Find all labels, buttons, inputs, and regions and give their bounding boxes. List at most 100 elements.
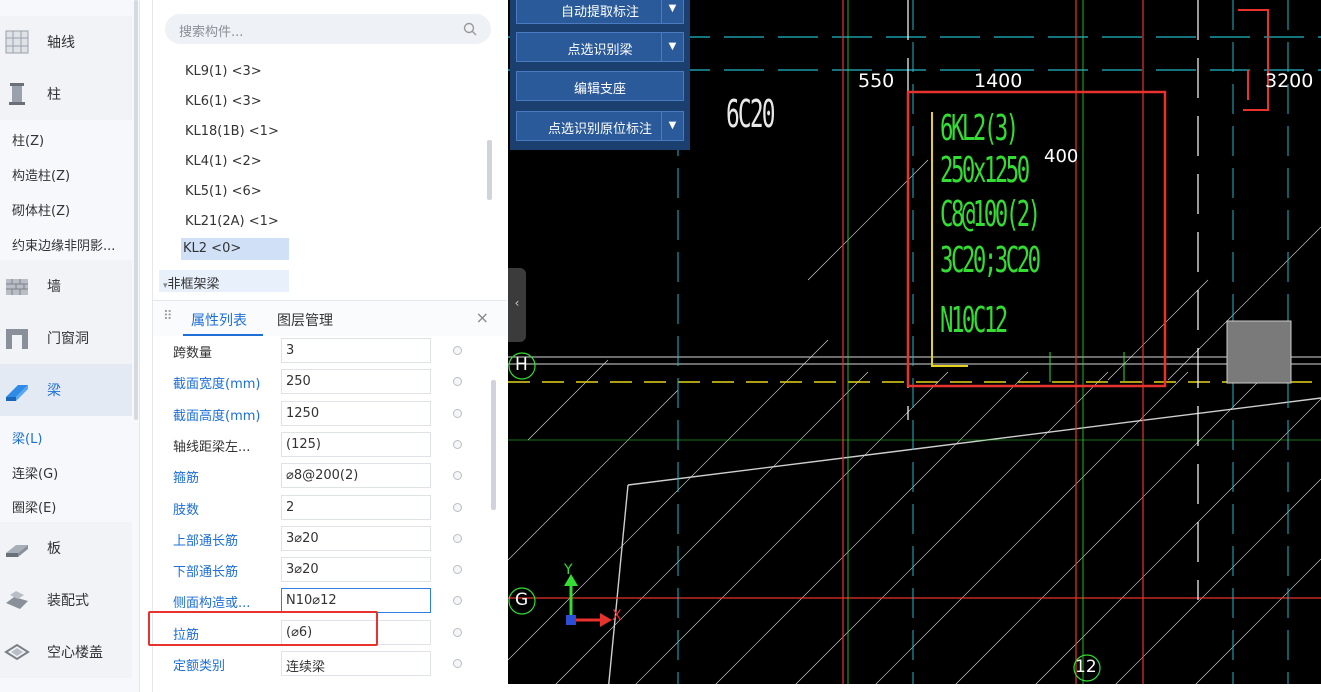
- edit-support-button[interactable]: 编辑支座: [516, 71, 684, 101]
- property-lock-icon[interactable]: [453, 596, 462, 606]
- property-lock-icon[interactable]: [453, 408, 462, 418]
- property-value-field[interactable]: 3: [281, 338, 431, 363]
- search-placeholder: 搜索构件...: [179, 25, 244, 40]
- property-name: 侧面构造或...: [173, 596, 251, 612]
- nav-prefab[interactable]: 装配式: [0, 574, 132, 626]
- beam-annotation-line: N10C12: [940, 300, 1008, 341]
- chevron-left-icon: ‹: [514, 296, 520, 310]
- close-icon[interactable]: ×: [476, 308, 489, 327]
- property-lock-icon[interactable]: [453, 565, 462, 575]
- beam-annotation-line: 6KL2(3): [940, 108, 1019, 149]
- prefab-icon: [6, 591, 28, 609]
- pick-beam-button[interactable]: 点选识别梁 ▼: [516, 32, 684, 62]
- tab-properties[interactable]: 属性列表: [191, 310, 247, 330]
- component-item[interactable]: KL6(1) <3>: [185, 94, 262, 109]
- drag-handle-icon[interactable]: ⠿: [163, 309, 173, 324]
- property-value-field[interactable]: 250: [281, 369, 431, 395]
- component-nav: 轴线 柱 柱(Z) 构造柱(Z) 砌体柱(Z) 约束边缘非阴影... 墙 门窗洞…: [0, 0, 140, 692]
- nav-sub-beam[interactable]: 梁(L): [12, 428, 42, 447]
- nav-slab[interactable]: 板: [0, 522, 132, 574]
- component-item[interactable]: KL5(1) <6>: [185, 184, 262, 199]
- property-lock-icon[interactable]: [453, 439, 462, 449]
- property-name: 箍筋: [173, 471, 200, 487]
- nav-sub-constructional-column[interactable]: 构造柱(Z): [12, 165, 70, 184]
- component-item[interactable]: KL4(1) <2>: [185, 154, 262, 169]
- property-name: 下部通长筋: [173, 565, 239, 581]
- property-row: 肢数 2: [153, 492, 493, 523]
- chevron-down-icon[interactable]: ▼: [661, 112, 683, 140]
- beam-annotation-line: 3C20;3C20: [940, 240, 1041, 281]
- property-scrollbar[interactable]: [491, 380, 496, 510]
- component-panel: 搜索构件... KL9(1) <3> KL6(1) <3> KL18(1B) <…: [152, 0, 507, 692]
- property-row: 定额类别 连续梁: [153, 648, 493, 679]
- nav-sub-edge-member[interactable]: 约束边缘非阴影...: [12, 235, 115, 254]
- property-row: 跨数量 3: [153, 335, 493, 366]
- group-non-frame-beam[interactable]: ▾非框架梁: [159, 270, 289, 292]
- nav-column[interactable]: 柱: [0, 68, 132, 120]
- component-item-selected[interactable]: KL2 <0>: [181, 238, 289, 260]
- chevron-down-icon[interactable]: ▼: [661, 33, 683, 61]
- nav-sub-ring-beam[interactable]: 圈梁(E): [12, 497, 56, 516]
- property-lock-icon[interactable]: [453, 346, 462, 355]
- nav-hollow-floor[interactable]: 空心楼盖: [0, 626, 132, 678]
- component-item[interactable]: KL18(1B) <1>: [185, 124, 279, 139]
- property-value-field[interactable]: N10⌀12: [281, 588, 431, 614]
- component-item[interactable]: KL9(1) <3>: [185, 64, 262, 79]
- nav-wall[interactable]: 墙: [0, 260, 132, 312]
- property-lock-icon[interactable]: [453, 502, 462, 512]
- door-window-icon: [6, 329, 28, 349]
- property-value-field[interactable]: ⌀8@200(2): [281, 463, 431, 489]
- nav-slab-label: 板: [47, 541, 61, 557]
- dim-400: 400: [1044, 146, 1079, 167]
- nav-prefab-label: 装配式: [47, 593, 89, 609]
- search-icon[interactable]: [463, 22, 477, 36]
- nav-scrollbar[interactable]: [134, 0, 138, 420]
- label-6c20: 6C20: [726, 92, 775, 136]
- property-value-field[interactable]: 3⌀20: [281, 557, 431, 583]
- component-list-scrollbar[interactable]: [487, 140, 492, 200]
- property-value-field[interactable]: 连续梁: [281, 651, 431, 676]
- tab-layers[interactable]: 图层管理: [277, 310, 333, 330]
- wall-icon: [6, 279, 28, 295]
- property-lock-icon[interactable]: [453, 627, 462, 637]
- property-name: 跨数量: [173, 346, 213, 361]
- nav-hollow-floor-label: 空心楼盖: [47, 645, 103, 661]
- cad-canvas[interactable]: 自动提取标注 ▼ 点选识别梁 ▼ 编辑支座 点选识别原位标注 ▼ ‹ 550 1400…: [508, 0, 1321, 692]
- nav-door-window-label: 门窗洞: [47, 331, 89, 347]
- property-lock-icon[interactable]: [453, 471, 462, 481]
- ucs-x-label: X: [612, 608, 622, 624]
- property-header: ⠿ 属性列表 图层管理 ×: [153, 300, 507, 336]
- component-item[interactable]: KL21(2A) <1>: [185, 214, 279, 229]
- property-name: 轴线距梁左...: [173, 439, 251, 455]
- chevron-down-icon[interactable]: ▼: [661, 0, 683, 23]
- property-row: 上部通长筋 3⌀20: [153, 523, 493, 554]
- dim-1400: 1400: [974, 70, 1023, 92]
- ucs-y-label: Y: [564, 562, 573, 578]
- component-search[interactable]: 搜索构件...: [165, 14, 491, 44]
- nav-sub-column[interactable]: 柱(Z): [12, 130, 44, 149]
- property-value-field[interactable]: (125): [281, 431, 431, 457]
- property-value-field[interactable]: 2: [281, 494, 431, 520]
- property-lock-icon[interactable]: [453, 659, 462, 668]
- property-value-field[interactable]: 3⌀20: [281, 525, 431, 551]
- property-value-field[interactable]: 1250: [281, 400, 431, 426]
- nav-beam-label: 梁: [47, 383, 61, 399]
- highlight-box-tie-bar: [148, 611, 378, 646]
- collapse-panel-tab[interactable]: ‹: [508, 268, 526, 342]
- auto-extract-button[interactable]: 自动提取标注 ▼: [516, 0, 684, 24]
- dim-550: 550: [858, 70, 895, 92]
- nav-beam[interactable]: 梁: [0, 364, 132, 416]
- property-lock-icon[interactable]: [453, 377, 462, 387]
- pick-in-situ-button[interactable]: 点选识别原位标注 ▼: [516, 111, 684, 141]
- property-name: 截面高度(mm): [173, 408, 261, 424]
- axis-12-label: 12: [1075, 657, 1097, 677]
- nav-door-window[interactable]: 门窗洞: [0, 312, 132, 364]
- axis-g-label: G: [515, 590, 529, 610]
- nav-sub-coupling-beam[interactable]: 连梁(G): [12, 463, 58, 482]
- property-name: 上部通长筋: [173, 533, 239, 549]
- nav-axis[interactable]: 轴线: [0, 16, 132, 68]
- beam-annotation-line: C8@100(2): [940, 194, 1041, 235]
- property-lock-icon[interactable]: [453, 533, 462, 543]
- nav-sub-masonry-column[interactable]: 砌体柱(Z): [12, 200, 70, 219]
- group-label: 非框架梁: [167, 277, 220, 292]
